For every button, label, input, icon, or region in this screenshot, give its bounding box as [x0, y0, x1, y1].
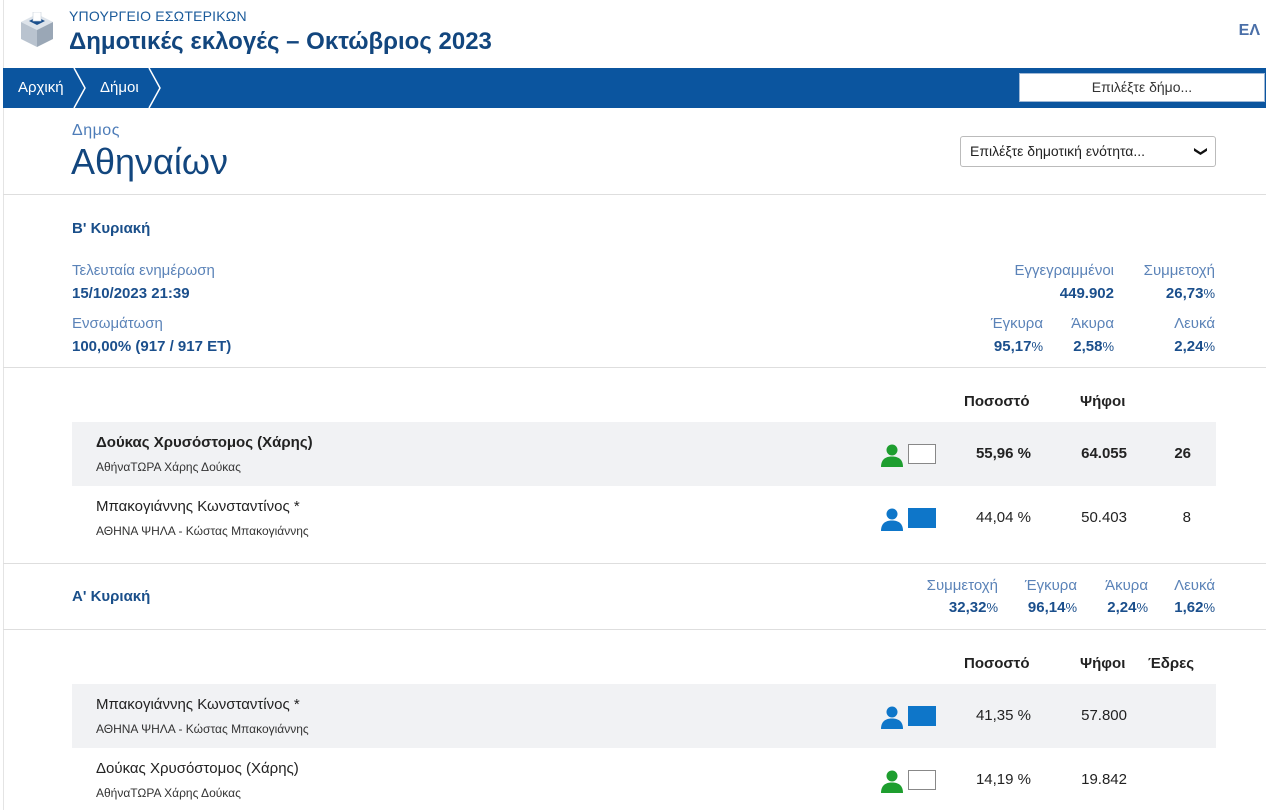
- municipality-label: Δημος: [72, 122, 120, 139]
- invalid-value: 2,24%: [1107, 599, 1148, 616]
- person-icon: [881, 706, 903, 729]
- registered-value: 449.902: [1059, 285, 1114, 302]
- person-icon: [881, 770, 903, 793]
- chevron-down-icon: ❯: [1194, 146, 1210, 157]
- blank-number: 1,62: [1174, 599, 1204, 616]
- candidate-party: ΑΘΗΝΑ ΨΗΛΑ - Κώστας Μπακογιάννης: [96, 722, 309, 736]
- candidate-votes: 19.842: [1081, 771, 1127, 788]
- candidate-name: Δούκας Χρυσόστομος (Χάρης): [96, 760, 299, 777]
- candidate-name: Μπακογιάννης Κωνσταντίνος *: [96, 696, 300, 713]
- blank-number: 2,24: [1174, 338, 1204, 355]
- municipality-select[interactable]: Επιλέξτε δήμο...: [1019, 73, 1265, 102]
- municipality-name: Αθηναίων: [71, 141, 228, 182]
- round-1-title: Α' Κυριακή: [72, 588, 151, 605]
- column-header-seats: Έδρες: [1148, 655, 1195, 672]
- candidate-percent: 41,35 %: [975, 707, 1031, 724]
- invalid-value: 2,58%: [1073, 338, 1114, 355]
- candidate-row[interactable]: Δούκας Χρυσόστομος (Χάρης) ΑθήναΤΩΡΑ Χάρ…: [72, 748, 1216, 810]
- blank-value: 1,62%: [1174, 599, 1215, 616]
- breadcrumb-bar: Αρχική Δήμοι Επιλέξτε δήμο...: [3, 68, 1266, 108]
- ballot-box-icon: [21, 12, 53, 47]
- turnout-number: 32,32: [948, 599, 987, 616]
- invalid-number: 2,58: [1073, 338, 1103, 355]
- column-header-percent: Ποσοστό: [964, 655, 1030, 672]
- party-color-swatch: [908, 770, 936, 790]
- blank-label: Λευκά: [1174, 315, 1215, 332]
- chevron-right-icon: [73, 68, 86, 108]
- turnout-label: Συμμετοχή: [926, 577, 998, 594]
- party-color-swatch: [908, 444, 936, 464]
- percent-sign: %: [1203, 339, 1215, 354]
- turnout-value: 26,73%: [1166, 285, 1215, 302]
- valid-value: 96,14%: [1028, 599, 1077, 616]
- last-update-label: Τελευταία ενημέρωση: [72, 262, 215, 279]
- percent-sign: %: [1203, 286, 1215, 301]
- incorporation-label: Ενσωμάτωση: [72, 315, 163, 332]
- candidate-percent: 14,19 %: [975, 771, 1031, 788]
- valid-number: 95,17: [993, 338, 1032, 355]
- turnout-number: 26,73: [1165, 285, 1204, 302]
- person-icon: [881, 508, 903, 531]
- candidate-percent: 44,04 %: [975, 509, 1031, 526]
- candidate-name: Δούκας Χρυσόστομος (Χάρης): [96, 434, 313, 451]
- person-icon: [881, 444, 903, 467]
- column-header-percent: Ποσοστό: [964, 393, 1030, 410]
- municipal-unit-select[interactable]: Επιλέξτε δημοτική ενότητα... ❯: [960, 136, 1216, 167]
- candidate-seats: 8: [1182, 509, 1191, 526]
- percent-sign: %: [1065, 600, 1077, 615]
- candidate-percent: 55,96 %: [975, 445, 1031, 462]
- percent-sign: %: [1136, 600, 1148, 615]
- site-header: ΥΠΟΥΡΓΕΙΟ ΕΣΩΤΕΡΙΚΩΝ Δημοτικές εκλογές –…: [0, 0, 1266, 68]
- percent-sign: %: [1031, 339, 1043, 354]
- party-color-swatch: [908, 706, 936, 726]
- round-2-title: Β' Κυριακή: [72, 220, 151, 237]
- chevron-right-icon: [148, 68, 161, 108]
- valid-value: 95,17%: [994, 338, 1043, 355]
- valid-label: Έγκυρα: [990, 315, 1043, 332]
- turnout-label: Συμμετοχή: [1143, 262, 1215, 279]
- percent-sign: %: [1203, 600, 1215, 615]
- candidate-votes: 64.055: [1081, 445, 1127, 462]
- divider: [3, 367, 1266, 368]
- municipal-unit-select-value: Επιλέξτε δημοτική ενότητα...: [970, 143, 1146, 159]
- language-switch[interactable]: ΕΛ: [1239, 22, 1260, 40]
- candidate-name: Μπακογιάννης Κωνσταντίνος *: [96, 498, 300, 515]
- candidate-row[interactable]: Δούκας Χρυσόστομος (Χάρης) ΑθήναΤΩΡΑ Χάρ…: [72, 422, 1216, 486]
- ministry-name: ΥΠΟΥΡΓΕΙΟ ΕΣΩΤΕΡΙΚΩΝ: [69, 8, 247, 24]
- candidate-row[interactable]: Μπακογιάννης Κωνσταντίνος * ΑΘΗΝΑ ΨΗΛΑ -…: [72, 684, 1216, 748]
- turnout-value: 32,32%: [949, 599, 998, 616]
- party-color-swatch: [908, 508, 936, 528]
- invalid-number: 2,24: [1107, 599, 1137, 616]
- candidate-seats: 26: [1174, 445, 1191, 462]
- last-update-value: 15/10/2023 21:39: [72, 285, 190, 302]
- candidate-party: ΑθήναΤΩΡΑ Χάρης Δούκας: [96, 786, 241, 800]
- breadcrumb-home[interactable]: Αρχική: [18, 68, 64, 108]
- divider: [3, 629, 1266, 630]
- left-border: [3, 0, 4, 810]
- candidate-votes: 57.800: [1081, 707, 1127, 724]
- invalid-label: Άκυρα: [1105, 577, 1148, 594]
- column-header-votes: Ψήφοι: [1080, 655, 1126, 672]
- candidate-row[interactable]: Μπακογιάννης Κωνσταντίνος * ΑΘΗΝΑ ΨΗΛΑ -…: [72, 486, 1216, 550]
- column-header-votes: Ψήφοι: [1080, 393, 1126, 410]
- site-title[interactable]: Δημοτικές εκλογές – Οκτώβριος 2023: [69, 28, 492, 56]
- breadcrumb-municipalities[interactable]: Δήμοι: [100, 68, 139, 108]
- candidate-party: ΑΘΗΝΑ ΨΗΛΑ - Κώστας Μπακογιάννης: [96, 524, 309, 538]
- incorporation-value: 100,00% (917 / 917 ΕΤ): [72, 338, 232, 355]
- percent-sign: %: [986, 600, 998, 615]
- divider: [3, 194, 1266, 195]
- divider: [3, 563, 1266, 564]
- percent-sign: %: [1102, 339, 1114, 354]
- valid-number: 96,14: [1027, 599, 1066, 616]
- registered-label: Εγγεγραμμένοι: [1014, 262, 1114, 279]
- candidate-votes: 50.403: [1081, 509, 1127, 526]
- invalid-label: Άκυρα: [1071, 315, 1114, 332]
- blank-value: 2,24%: [1174, 338, 1215, 355]
- blank-label: Λευκά: [1174, 577, 1215, 594]
- valid-label: Έγκυρα: [1024, 577, 1077, 594]
- candidate-party: ΑθήναΤΩΡΑ Χάρης Δούκας: [96, 460, 241, 474]
